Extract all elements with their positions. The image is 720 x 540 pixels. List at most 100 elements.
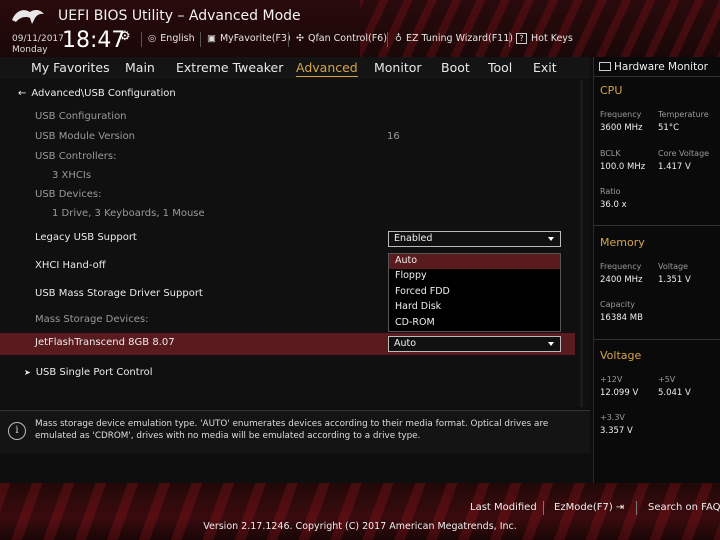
dropdown-option-auto[interactable]: Auto bbox=[389, 254, 560, 269]
footer-bar: Last Modified EzMode(F7) ⇥ Search on FAQ … bbox=[0, 483, 720, 540]
question-icon: ? bbox=[516, 33, 527, 44]
tab-exit[interactable]: Exit bbox=[533, 60, 557, 75]
last-modified-button[interactable]: Last Modified bbox=[470, 502, 537, 513]
copyright-text: Version 2.17.1246. Copyright (C) 2017 Am… bbox=[203, 521, 517, 532]
voltage-3v3-label: +3.3V bbox=[600, 413, 625, 422]
memory-voltage-label: Voltage bbox=[658, 262, 689, 271]
voltage-5v-value: 5.041 V bbox=[658, 388, 691, 398]
usb-module-version-value: 16 bbox=[387, 131, 400, 142]
breadcrumb-text: Advanced\USB Configuration bbox=[31, 88, 176, 99]
usb-single-port-control-link[interactable]: ➤ USB Single Port Control bbox=[24, 367, 152, 378]
settings-scrollbar[interactable] bbox=[580, 80, 583, 407]
ratio-label: Ratio bbox=[600, 187, 621, 196]
favorite-icon: ▣ bbox=[207, 33, 216, 44]
tab-my-favorites[interactable]: My Favorites bbox=[31, 60, 110, 75]
voltage-12v-value: 12.099 V bbox=[600, 388, 639, 398]
hardware-monitor-title: Hardware Monitor bbox=[599, 61, 708, 73]
bulb-icon: ♁ bbox=[395, 33, 402, 44]
usb-devices-label: USB Devices: bbox=[35, 189, 102, 200]
date-display: 09/11/2017 Monday bbox=[12, 34, 64, 56]
usb-devices-value: 1 Drive, 3 Keyboards, 1 Mouse bbox=[52, 208, 205, 219]
rog-logo-icon bbox=[12, 9, 44, 24]
usb-mass-storage-driver-label[interactable]: USB Mass Storage Driver Support bbox=[35, 288, 203, 299]
header-divider bbox=[387, 32, 388, 47]
main-tab-bar: My Favorites Main Extreme Tweaker Advanc… bbox=[0, 57, 590, 79]
usb-controllers-label: USB Controllers: bbox=[35, 151, 117, 162]
qfan-label: Qfan Control(F6) bbox=[307, 33, 387, 44]
memory-section-title: Memory bbox=[600, 236, 645, 249]
memory-frequency-value: 2400 MHz bbox=[600, 275, 643, 285]
header-divider bbox=[288, 32, 289, 47]
divider bbox=[594, 225, 720, 226]
tab-main[interactable]: Main bbox=[125, 60, 155, 75]
search-on-faq-button[interactable]: Search on FAQ bbox=[648, 502, 720, 513]
cpu-temperature-value: 51°C bbox=[658, 123, 680, 133]
legacy-usb-support-label[interactable]: Legacy USB Support bbox=[35, 232, 137, 243]
date-text: 09/11/2017 bbox=[12, 34, 64, 44]
hot-keys-button[interactable]: ? Hot Keys bbox=[516, 33, 573, 44]
dropdown-option-floppy[interactable]: Floppy bbox=[389, 269, 560, 284]
cpu-section-title: CPU bbox=[600, 84, 623, 97]
cpu-frequency-value: 3600 MHz bbox=[600, 123, 643, 133]
divider bbox=[594, 76, 720, 77]
memory-capacity-value: 16384 MB bbox=[600, 313, 643, 323]
myfavorite-button[interactable]: ▣ MyFavorite(F3) bbox=[207, 33, 291, 44]
myfavorite-label: MyFavorite(F3) bbox=[219, 33, 291, 44]
tab-extreme-tweaker[interactable]: Extreme Tweaker bbox=[176, 60, 283, 75]
qfan-control-button[interactable]: ✣ Qfan Control(F6) bbox=[296, 33, 387, 44]
header-decoration bbox=[360, 0, 720, 57]
dropdown-option-forced-fdd[interactable]: Forced FDD bbox=[389, 285, 560, 300]
clock-settings-gear-icon[interactable]: ⚙ bbox=[119, 29, 131, 44]
ratio-value: 36.0 x bbox=[600, 200, 627, 210]
info-icon: i bbox=[8, 422, 26, 440]
ezmode-button[interactable]: EzMode(F7) ⇥ bbox=[554, 502, 624, 513]
legacy-usb-support-select[interactable]: Enabled bbox=[388, 231, 561, 247]
ez-tuning-label: EZ Tuning Wizard(F11) bbox=[405, 33, 513, 44]
language-button[interactable]: ◎ English bbox=[148, 33, 195, 44]
tab-monitor[interactable]: Monitor bbox=[374, 60, 422, 75]
app-title: UEFI BIOS Utility – Advanced Mode bbox=[58, 8, 301, 24]
mass-storage-devices-label: Mass Storage Devices: bbox=[35, 314, 149, 325]
core-voltage-value: 1.417 V bbox=[658, 162, 691, 172]
header-bar: UEFI BIOS Utility – Advanced Mode 09/11/… bbox=[0, 0, 720, 57]
dropdown-option-hard-disk[interactable]: Hard Disk bbox=[389, 300, 560, 315]
jetflash-emulation-label[interactable]: JetFlashTranscend 8GB 8.07 bbox=[35, 337, 175, 348]
header-divider bbox=[141, 32, 142, 47]
xhci-hand-off-label[interactable]: XHCI Hand-off bbox=[35, 260, 106, 271]
footer-divider bbox=[636, 501, 637, 515]
hardware-monitor-panel: Hardware Monitor CPU Frequency Temperatu… bbox=[593, 57, 720, 483]
hardware-monitor-label: Hardware Monitor bbox=[614, 61, 708, 73]
language-label: English bbox=[160, 33, 195, 44]
usb-controllers-value: 3 XHCIs bbox=[52, 170, 92, 181]
back-arrow-icon[interactable]: ← bbox=[18, 88, 26, 99]
emulation-type-dropdown-list: Auto Floppy Forced FDD Hard Disk CD-ROM bbox=[388, 253, 561, 332]
usb-configuration-heading: USB Configuration bbox=[35, 111, 127, 122]
usb-single-port-control-label: USB Single Port Control bbox=[35, 367, 153, 378]
fan-icon: ✣ bbox=[296, 33, 304, 44]
tab-advanced[interactable]: Advanced bbox=[296, 60, 358, 77]
usb-module-version-label: USB Module Version bbox=[35, 131, 136, 142]
bclk-label: BCLK bbox=[600, 149, 621, 158]
tab-tool[interactable]: Tool bbox=[488, 60, 512, 75]
jetflash-emulation-select[interactable]: Auto bbox=[388, 336, 561, 352]
ez-tuning-wizard-button[interactable]: ♁ EZ Tuning Wizard(F11) bbox=[395, 33, 513, 44]
dropdown-option-cd-rom[interactable]: CD-ROM bbox=[389, 316, 560, 331]
globe-icon: ◎ bbox=[148, 33, 157, 44]
memory-frequency-label: Frequency bbox=[600, 262, 642, 271]
chevron-down-icon bbox=[548, 342, 554, 346]
bclk-value: 100.0 MHz bbox=[600, 162, 646, 172]
clock-display: 18:47 bbox=[62, 28, 126, 53]
memory-voltage-value: 1.351 V bbox=[658, 275, 691, 285]
chevron-down-icon bbox=[548, 237, 554, 241]
exit-arrow-icon: ⇥ bbox=[615, 502, 625, 513]
memory-capacity-label: Capacity bbox=[600, 300, 635, 309]
monitor-icon bbox=[599, 62, 611, 71]
jetflash-emulation-value: Auto bbox=[394, 338, 417, 349]
help-text: Mass storage device emulation type. 'AUT… bbox=[35, 419, 549, 441]
header-divider bbox=[200, 32, 201, 47]
breadcrumb[interactable]: ← Advanced\USB Configuration bbox=[18, 88, 176, 99]
hot-keys-label: Hot Keys bbox=[531, 33, 573, 44]
settings-panel: ← Advanced\USB Configuration USB Configur… bbox=[0, 80, 590, 407]
voltage-3v3-value: 3.357 V bbox=[600, 426, 633, 436]
tab-boot[interactable]: Boot bbox=[441, 60, 470, 75]
